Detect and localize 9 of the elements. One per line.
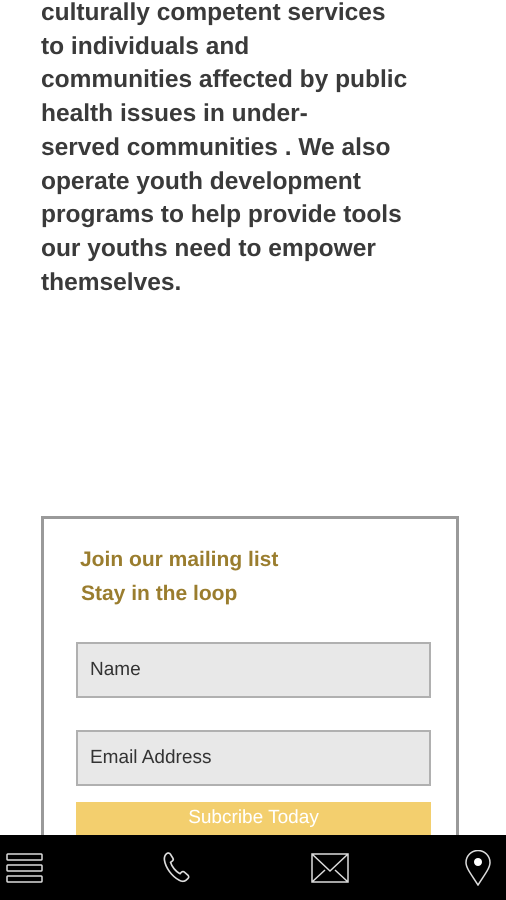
mailing-subtitle: Stay in the loop xyxy=(81,581,238,608)
subscribe-button[interactable]: Subcribe Today xyxy=(76,802,431,836)
mailing-title: Join our mailing list xyxy=(80,547,280,574)
menu-icon[interactable] xyxy=(6,850,44,884)
location-pin-icon[interactable] xyxy=(464,850,492,886)
mail-icon[interactable] xyxy=(310,852,349,882)
input-field[interactable]: Name xyxy=(76,642,431,698)
input-field[interactable]: Email Address xyxy=(76,730,431,786)
intro-paragraph: culturally competent services to individuals and communities affected by public health issues in under- served communities . We also operate youth development programs to help provide tools our youths need to empower themselves. xyxy=(41,0,408,298)
